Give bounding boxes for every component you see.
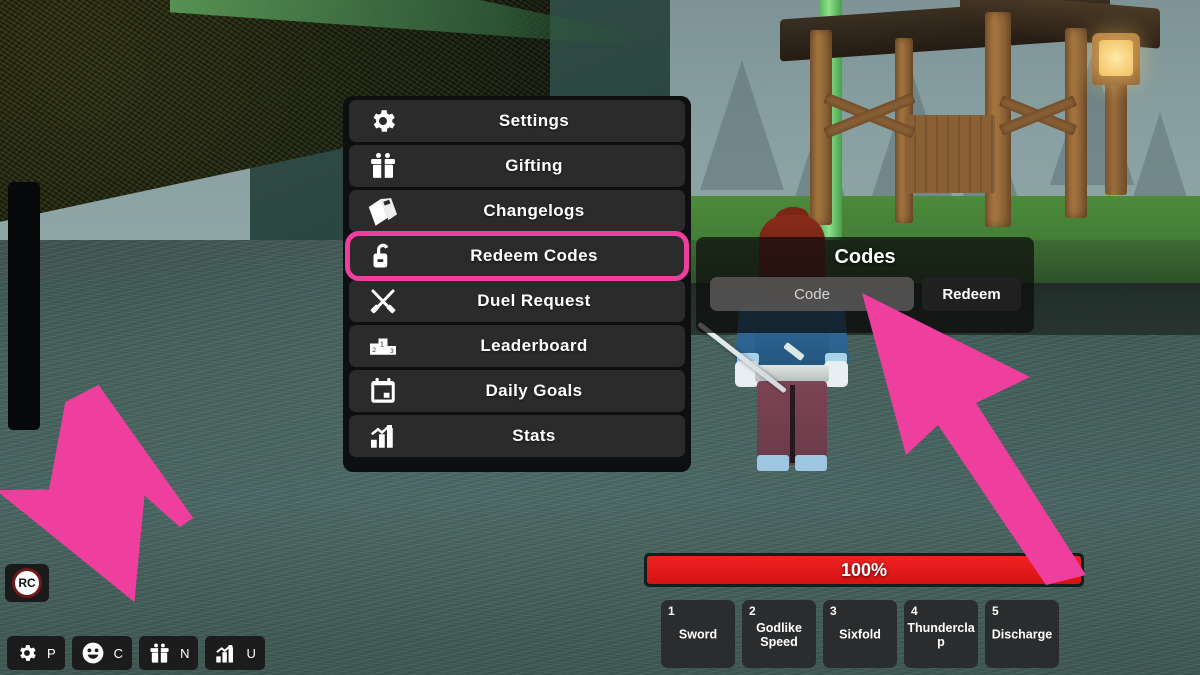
menu-item-leaderboard[interactable]: 1 2 3 Leaderboard — [349, 325, 685, 367]
menu-item-settings[interactable]: Settings — [349, 100, 685, 142]
bar-chart-icon — [214, 642, 237, 665]
hotbar-slot-key: 2 — [749, 604, 756, 618]
menu-item-gifting[interactable]: Gifting — [349, 145, 685, 187]
hotbar-slot-key: 3 — [830, 604, 837, 618]
bar-chart-icon — [365, 418, 401, 454]
hotbar-slot-name: Discharge — [991, 627, 1053, 642]
unlock-icon — [365, 238, 401, 274]
hotbar-slot-name: Thunderclap — [907, 621, 975, 650]
taskbar-key-hint: P — [47, 645, 56, 661]
hotbar-slot[interactable]: 3 Sixfold — [823, 600, 897, 668]
wooden-shelter — [780, 0, 1160, 230]
menu-item-changelogs[interactable]: Changelogs — [349, 190, 685, 232]
taskbar-button-gifting[interactable]: N — [139, 636, 199, 670]
crossed-swords-icon — [365, 283, 401, 319]
hotbar-slot-key: 4 — [911, 604, 918, 618]
hotbar-slot[interactable]: 1 Sword — [661, 600, 735, 668]
codes-panel: Codes Code Redeem — [696, 237, 1034, 333]
health-percent-label: 100% — [840, 559, 888, 580]
codes-panel-title: Codes — [834, 246, 896, 268]
taskbar-button-settings[interactable]: P — [7, 636, 65, 670]
health-bar: 100% — [644, 553, 1084, 587]
redeem-button-label: Redeem — [942, 285, 1001, 303]
menu-item-redeem-codes[interactable]: Redeem Codes — [345, 231, 689, 281]
hotbar-slot[interactable]: 4 Thunderclap — [904, 600, 978, 668]
taskbar-key-hint: U — [246, 645, 256, 661]
main-menu-panel: Settings Gifting Changelogs Redeem Codes… — [343, 96, 691, 472]
hotbar-slot-name: Sixfold — [839, 627, 881, 642]
rc-circle-icon: RC — [12, 568, 42, 598]
svg-text:2: 2 — [372, 347, 376, 354]
left-side-panel — [8, 182, 40, 430]
podium-icon: 1 2 3 — [365, 328, 401, 364]
redeem-button[interactable]: Redeem — [922, 277, 1021, 311]
gear-icon — [16, 642, 38, 664]
game-screen: Settings Gifting Changelogs Redeem Codes… — [0, 0, 1200, 675]
hotbar-slot-key: 1 — [668, 604, 675, 618]
svg-text:1: 1 — [380, 340, 384, 349]
rc-badge[interactable]: RC — [5, 564, 49, 602]
taskbar-key-hint: C — [113, 645, 124, 661]
taskbar-key-hint: N — [180, 645, 190, 661]
taskbar: P C N U — [7, 636, 265, 670]
gear-icon — [365, 103, 401, 139]
hotbar-slot-key: 5 — [992, 604, 999, 618]
rc-badge-label: RC — [18, 576, 36, 590]
hotbar: 1 Sword 2 Godlike Speed 3 Sixfold 4 Thun… — [661, 600, 1059, 668]
book-icon — [365, 193, 401, 229]
gift-icon — [365, 148, 401, 184]
hotbar-slot[interactable]: 2 Godlike Speed — [742, 600, 816, 668]
menu-item-stats[interactable]: Stats — [349, 415, 685, 457]
hotbar-slot-name: Godlike Speed — [756, 621, 802, 650]
svg-text:3: 3 — [390, 348, 394, 355]
health-bar-fill: 100% — [647, 556, 1081, 584]
gift-icon — [148, 642, 171, 665]
code-input[interactable]: Code — [710, 277, 914, 311]
lamp-glow — [1099, 40, 1133, 76]
emoji-icon — [81, 641, 105, 665]
taskbar-button-stats[interactable]: U — [205, 636, 265, 670]
menu-item-daily-goals[interactable]: Daily Goals — [349, 370, 685, 412]
hotbar-slot[interactable]: 5 Discharge — [985, 600, 1059, 668]
menu-item-duel-request[interactable]: Duel Request — [349, 280, 685, 322]
calendar-icon — [365, 373, 401, 409]
hotbar-slot-name: Sword — [678, 627, 718, 642]
shelter-wall — [905, 115, 995, 193]
code-input-placeholder: Code — [794, 285, 830, 303]
taskbar-button-emotes[interactable]: C — [71, 636, 133, 670]
